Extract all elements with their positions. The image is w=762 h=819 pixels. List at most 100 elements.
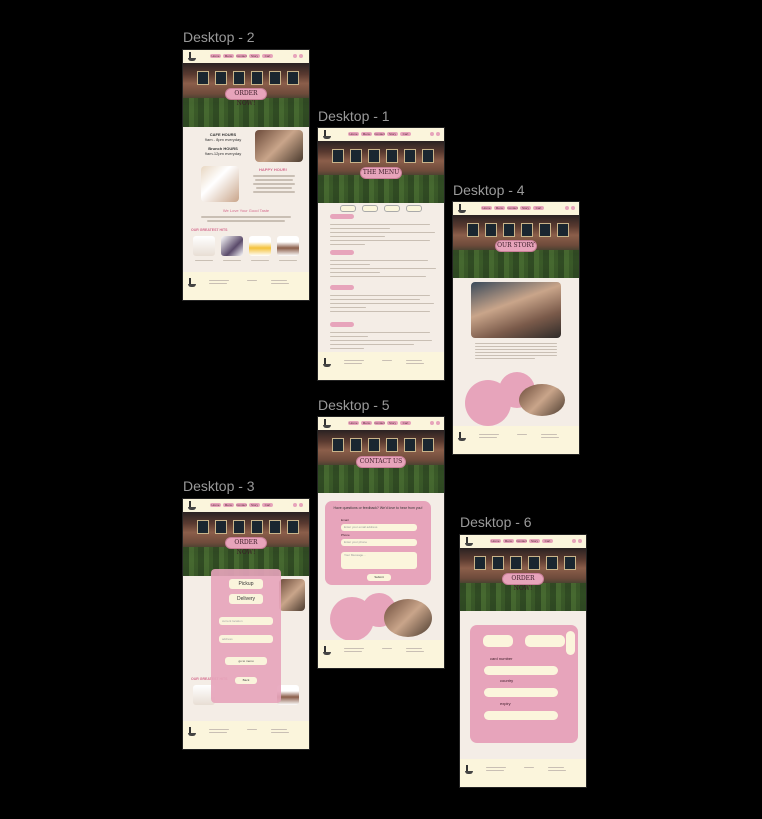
submit-button[interactable]: Submit — [367, 574, 391, 581]
nav-home[interactable]: Home — [210, 503, 221, 507]
frame-desktop-3[interactable]: Home Menu Contact Story Cart ORDER NOW! … — [183, 499, 309, 749]
product-latte[interactable] — [193, 236, 215, 256]
header: Home Menu Contact Story Cart — [183, 499, 309, 512]
header: Home Menu Contact Story Cart — [318, 128, 444, 141]
profile-icon[interactable] — [572, 539, 576, 543]
cart-icon[interactable] — [436, 421, 440, 425]
nav-cart[interactable]: Cart — [400, 132, 411, 136]
nav-menu[interactable]: Menu — [223, 503, 234, 507]
coffee-logo-icon — [323, 419, 331, 428]
order-now-button[interactable]: ORDER NOW! — [502, 573, 544, 592]
product-iced-drink[interactable] — [221, 236, 243, 256]
frame-label-desktop-3: Desktop - 3 — [183, 478, 255, 494]
coffee-logo-icon — [188, 501, 196, 510]
nav-cart[interactable]: Cart — [533, 206, 544, 210]
current-location-input[interactable]: current location — [219, 617, 273, 625]
nav-cart[interactable]: Cart — [542, 539, 553, 543]
menu-category-tabs — [340, 205, 430, 212]
frame-desktop-2[interactable]: Home Menu Contact Story Cart ORDER NOW! … — [183, 50, 309, 300]
nav-contact[interactable]: Contact — [236, 503, 247, 507]
nav-contact[interactable]: Contact — [516, 539, 527, 543]
footer-logo-icon — [323, 358, 331, 367]
go-to-menu-button[interactable]: go to menu — [225, 657, 267, 665]
nav-menu[interactable]: Menu — [494, 206, 505, 210]
back-button[interactable]: Back — [235, 677, 257, 684]
header: Home Menu Contact Story Cart — [183, 50, 309, 63]
cart-icon[interactable] — [299, 54, 303, 58]
frame-desktop-4[interactable]: Home Menu Contact Story Cart OUR STORY — [453, 202, 579, 454]
message-input[interactable]: Your Message... — [341, 552, 417, 569]
nav-story[interactable]: Story — [249, 503, 260, 507]
menu-tab-3[interactable] — [384, 205, 400, 212]
nav-home[interactable]: Home — [348, 421, 359, 425]
nav-menu[interactable]: Menu — [361, 132, 372, 136]
order-now-button[interactable]: ORDER NOW! — [225, 88, 267, 107]
nav-cart[interactable]: Cart — [400, 421, 411, 425]
profile-icon[interactable] — [293, 503, 297, 507]
address-input[interactable]: address — [219, 635, 273, 643]
header: Home Menu Contact Story Cart — [318, 417, 444, 430]
coffee-logo-icon — [188, 52, 196, 61]
nav-contact[interactable]: Contact — [374, 132, 385, 136]
card-number-input[interactable] — [484, 666, 558, 675]
frame-desktop-6[interactable]: Home Menu Contact Story Cart ORDER NOW! … — [460, 535, 586, 787]
story-bubble-left — [465, 380, 511, 426]
footer — [183, 721, 309, 749]
phone-input[interactable]: Enter your phone — [341, 539, 417, 546]
nav-story[interactable]: Story — [387, 421, 398, 425]
country-select[interactable] — [484, 688, 558, 697]
profile-icon[interactable] — [430, 421, 434, 425]
nav-bar: Home Menu Contact Story Cart — [490, 539, 553, 543]
nav-cart[interactable]: Cart — [262, 54, 273, 58]
cart-icon[interactable] — [578, 539, 582, 543]
nav-contact[interactable]: Contact — [374, 421, 385, 425]
nav-contact[interactable]: Contact — [236, 54, 247, 58]
pickup-button[interactable]: Pickup — [229, 579, 263, 589]
nav-menu[interactable]: Menu — [223, 54, 234, 58]
nav-cart[interactable]: Cart — [262, 503, 273, 507]
nav-story[interactable]: Story — [520, 206, 531, 210]
footer-logo-icon — [188, 727, 196, 736]
owners-photo — [471, 282, 561, 338]
menu-section-tea — [330, 285, 354, 290]
email-input[interactable]: Enter your email address — [341, 524, 417, 531]
frame-desktop-1[interactable]: Home Menu Contact Story Cart THE MENU — [318, 128, 444, 380]
menu-tab-4[interactable] — [406, 205, 422, 212]
menu-tab-2[interactable] — [362, 205, 378, 212]
product-juice[interactable] — [249, 236, 271, 256]
coffee-logo-icon — [465, 537, 473, 546]
payment-field-right[interactable] — [525, 635, 565, 647]
nav-story[interactable]: Story — [249, 54, 260, 58]
cart-icon[interactable] — [571, 206, 575, 210]
footer — [460, 759, 586, 787]
nav-bar: Home Menu Contact Story Cart — [481, 206, 544, 210]
cart-icon[interactable] — [436, 132, 440, 136]
frame-desktop-5[interactable]: Home Menu Contact Story Cart CONTACT US … — [318, 417, 444, 668]
nav-menu[interactable]: Menu — [503, 539, 514, 543]
nav-home[interactable]: Home — [481, 206, 492, 210]
delivery-button[interactable]: Delivery — [229, 594, 263, 604]
nav-menu[interactable]: Menu — [361, 421, 372, 425]
quantity-stepper[interactable] — [566, 631, 575, 655]
order-modal: Pickup Delivery current location address… — [211, 569, 281, 703]
footer — [183, 272, 309, 300]
order-now-button[interactable]: ORDER NOW! — [225, 537, 267, 556]
nav-story[interactable]: Story — [529, 539, 540, 543]
nav-contact[interactable]: Contact — [507, 206, 518, 210]
profile-icon[interactable] — [565, 206, 569, 210]
menu-tab-1[interactable] — [340, 205, 356, 212]
nav-story[interactable]: Story — [387, 132, 398, 136]
payment-field-left[interactable] — [483, 635, 513, 647]
footer — [318, 640, 444, 668]
nav-home[interactable]: Home — [490, 539, 501, 543]
nav-home[interactable]: Home — [348, 132, 359, 136]
profile-icon[interactable] — [430, 132, 434, 136]
nav-home[interactable]: Home — [210, 54, 221, 58]
product-mocha[interactable] — [277, 236, 299, 256]
cart-icon[interactable] — [299, 503, 303, 507]
profile-icon[interactable] — [293, 54, 297, 58]
expiry-select[interactable] — [484, 711, 558, 720]
card-number-label: card number — [490, 656, 513, 661]
footer — [453, 426, 579, 454]
good-taste-title: We Love Your Good Taste — [222, 208, 270, 213]
